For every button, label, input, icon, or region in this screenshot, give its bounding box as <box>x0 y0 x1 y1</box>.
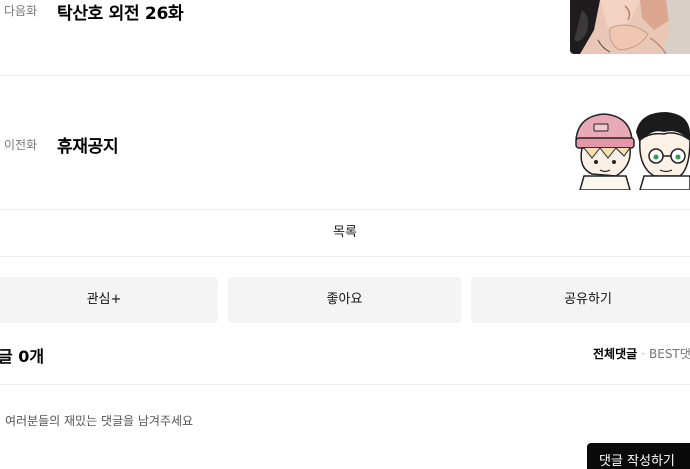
tab-separator: · <box>641 347 645 361</box>
prev-episode-title[interactable]: 휴재공지 <box>57 132 119 157</box>
comment-sort-tabs: 전체댓글 · BEST댓 <box>593 345 690 362</box>
next-episode-title[interactable]: 탁산호 외전 26화 <box>57 0 184 24</box>
comment-count: 글 0개 <box>0 347 45 366</box>
comic-thumbnail-icon <box>570 110 690 190</box>
next-episode-thumbnail[interactable] <box>570 0 690 54</box>
tab-best-comments[interactable]: BEST댓 <box>649 347 690 361</box>
like-button[interactable]: 좋아요 <box>228 277 461 323</box>
comments-header: 글 0개 전체댓글 · BEST댓 <box>0 330 690 385</box>
next-episode-tag: 다음화 <box>4 4 38 18</box>
tab-all-comments[interactable]: 전체댓글 <box>593 347 637 361</box>
share-button[interactable]: 공유하기 <box>471 277 690 323</box>
write-comment-button[interactable]: 댓글 작성하기 <box>587 443 690 469</box>
next-episode-row[interactable]: 다음화 탁산호 외전 26화 <box>0 0 690 76</box>
episode-list-button[interactable]: 목록 <box>0 210 690 257</box>
comment-input[interactable]: 여러분들의 재밌는 댓글을 남겨주세요 <box>5 412 193 429</box>
comment-input-area[interactable]: 여러분들의 재밌는 댓글을 남겨주세요 댓글 작성하기 <box>0 386 690 469</box>
prev-episode-tag: 이전화 <box>4 138 38 152</box>
prev-episode-thumbnail[interactable] <box>570 110 690 190</box>
comic-thumbnail-icon <box>570 0 690 54</box>
prev-episode-row[interactable]: 이전화 휴재공지 <box>0 76 690 210</box>
subscribe-button[interactable]: 관심+ <box>0 277 218 323</box>
